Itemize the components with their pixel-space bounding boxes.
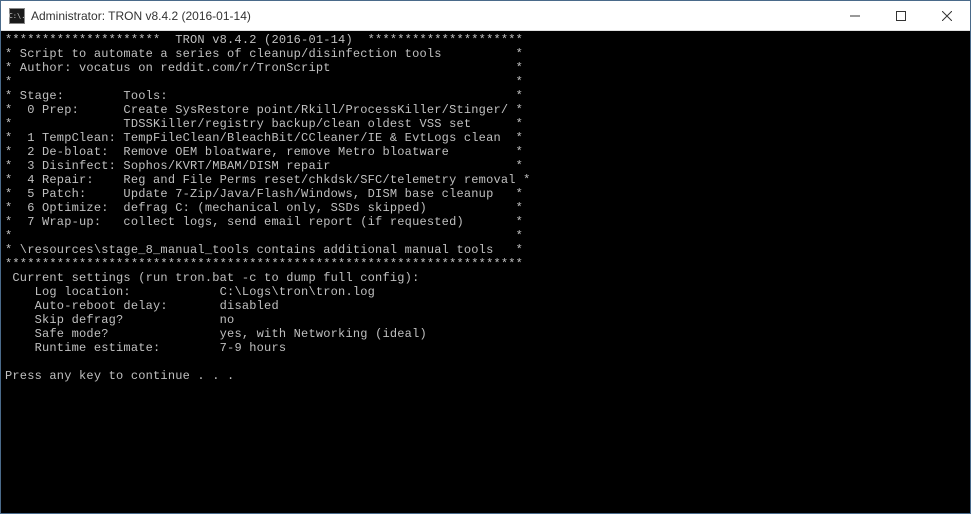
titlebar[interactable]: C:\. Administrator: TRON v8.4.2 (2016-01… <box>1 1 970 31</box>
stage-row: * 4 Repair: Reg and File Perms reset/chk… <box>5 173 530 187</box>
stage-row: * 0 Prep: Create SysRestore point/Rkill/… <box>5 103 523 117</box>
header-line: ****************************************… <box>5 257 523 271</box>
stage-row: * 1 TempClean: TempFileClean/BleachBit/C… <box>5 131 523 145</box>
press-any-key-prompt: Press any key to continue . . . <box>5 369 234 383</box>
console-output[interactable]: ********************* TRON v8.4.2 (2016-… <box>1 31 970 513</box>
header-line: * * <box>5 75 523 89</box>
setting-label: Runtime estimate: <box>5 341 220 355</box>
header-line: * * <box>5 229 523 243</box>
setting-label: Safe mode? <box>5 327 220 341</box>
maximize-button[interactable] <box>878 1 924 30</box>
close-icon <box>942 11 952 21</box>
resources-line: * \resources\stage_8_manual_tools contai… <box>5 243 523 257</box>
setting-value: yes, with Networking (ideal) <box>220 327 427 341</box>
stage-row: * 2 De-bloat: Remove OEM bloatware, remo… <box>5 145 523 159</box>
stage-header: * Stage: Tools: * <box>5 89 523 103</box>
window-controls <box>832 1 970 30</box>
stage-row: * TDSSKiller/registry backup/clean oldes… <box>5 117 523 131</box>
stage-row: * 5 Patch: Update 7-Zip/Java/Flash/Windo… <box>5 187 523 201</box>
stage-row: * 6 Optimize: defrag C: (mechanical only… <box>5 201 523 215</box>
setting-label: Log location: <box>5 285 220 299</box>
close-button[interactable] <box>924 1 970 30</box>
cmd-window: C:\. Administrator: TRON v8.4.2 (2016-01… <box>0 0 971 514</box>
stage-row: * 3 Disinfect: Sophos/KVRT/MBAM/DISM rep… <box>5 159 523 173</box>
header-line: ********************* TRON v8.4.2 (2016-… <box>5 33 523 47</box>
setting-label: Skip defrag? <box>5 313 220 327</box>
setting-label: Auto-reboot delay: <box>5 299 220 313</box>
setting-value: 7-9 hours <box>220 341 287 355</box>
minimize-button[interactable] <box>832 1 878 30</box>
setting-value: no <box>220 313 235 327</box>
stage-row: * 7 Wrap-up: collect logs, send email re… <box>5 215 523 229</box>
settings-heading: Current settings (run tron.bat -c to dum… <box>5 271 419 285</box>
setting-value: disabled <box>220 299 279 313</box>
header-line: * Script to automate a series of cleanup… <box>5 47 523 61</box>
cmd-icon: C:\. <box>9 8 25 24</box>
header-line: * Author: vocatus on reddit.com/r/TronSc… <box>5 61 523 75</box>
window-title: Administrator: TRON v8.4.2 (2016-01-14) <box>31 9 832 23</box>
setting-value: C:\Logs\tron\tron.log <box>220 285 375 299</box>
minimize-icon <box>850 11 860 21</box>
maximize-icon <box>896 11 906 21</box>
